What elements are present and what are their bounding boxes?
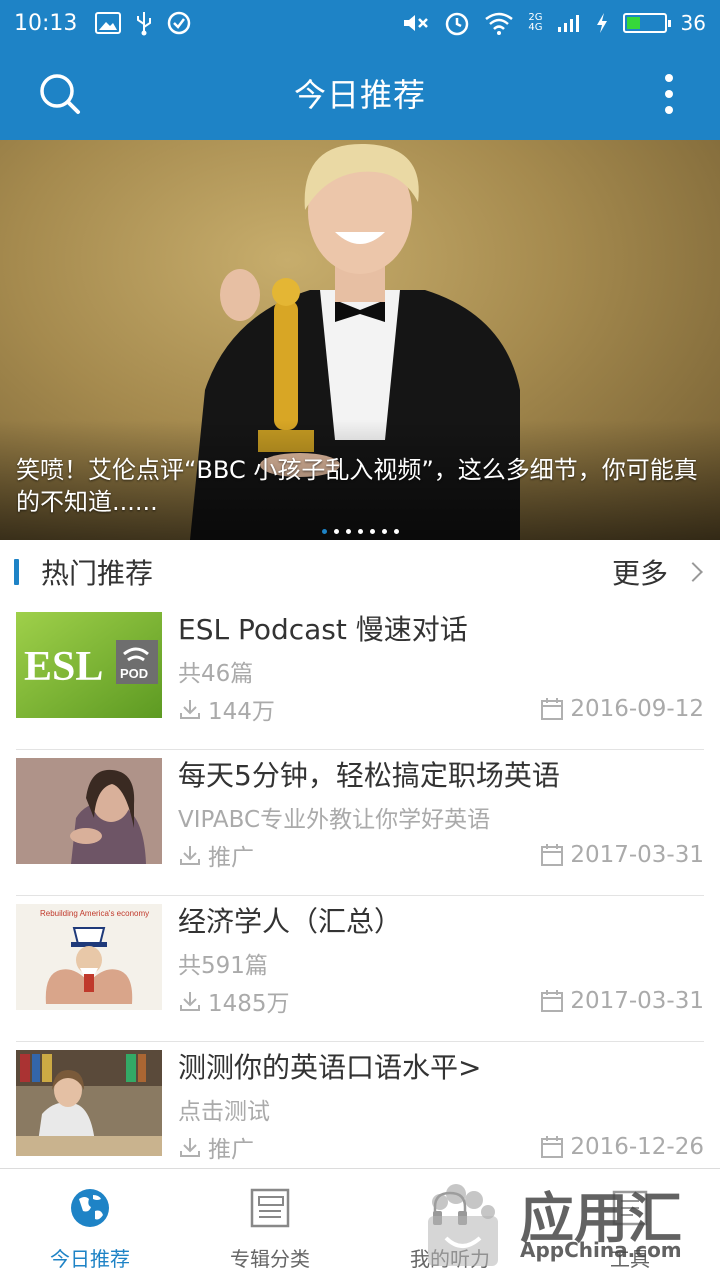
item-date: 2017-03-31 (570, 988, 704, 1014)
globe-icon (71, 1189, 109, 1227)
more-button[interactable]: 更多 (611, 552, 703, 592)
list-item[interactable]: 测测你的英语口语水平> 点击测试 推广 2016-12-26 (16, 1042, 704, 1188)
watermark-logo-icon (428, 1184, 498, 1266)
usb-icon (137, 12, 152, 36)
download-icon (180, 1138, 200, 1157)
banner-carousel[interactable]: 笑喷！艾伦点评“BBC 小孩子乱入视频”，这么多细节，你可能真的不知道.....… (0, 140, 720, 540)
thumb-text: ESL (24, 644, 103, 690)
item-thumbnail: ESL POD (16, 612, 162, 718)
more-label: 更多 (611, 557, 668, 590)
app-bar: 今日推荐 (0, 46, 720, 140)
carousel-dot[interactable] (381, 529, 387, 534)
download-icon (180, 992, 200, 1011)
banner-caption[interactable]: 笑喷！艾伦点评“BBC 小孩子乱入视频”，这么多细节，你可能真的不知道.....… (16, 454, 708, 518)
appchina-watermark: 应用汇 AppChina.com (410, 1172, 710, 1272)
item-date: 2016-09-12 (570, 696, 704, 722)
item-thumbnail (16, 758, 162, 864)
overflow-menu-icon[interactable] (662, 74, 676, 114)
calendar-icon (541, 1136, 564, 1158)
album-icon (250, 1188, 290, 1228)
download-icon (180, 846, 200, 865)
item-subtitle: 点击测试 (178, 1099, 270, 1125)
list-item[interactable]: ESL POD ESL Podcast 慢速对话 共46篇 144万 2016-… (16, 604, 704, 750)
carousel-dot[interactable] (345, 529, 351, 534)
item-title: ESL Podcast 慢速对话 (178, 613, 468, 646)
wifi-icon (485, 12, 514, 35)
item-downloads: 1485万 (208, 991, 290, 1017)
image-icon (95, 12, 122, 34)
carousel-dot[interactable] (369, 529, 375, 534)
watermark-site: AppChina.com (520, 1238, 682, 1262)
check-circle-icon (168, 11, 191, 35)
charging-icon (596, 13, 607, 33)
mute-icon (404, 15, 429, 31)
tab-label: 今日推荐 (50, 1247, 130, 1271)
download-icon (180, 700, 200, 719)
item-thumbnail: Rebuilding America's economy (16, 904, 162, 1010)
section-header: 热门推荐 更多 (0, 540, 720, 604)
item-title: 经济学人（汇总） (178, 905, 403, 938)
item-downloads: 144万 (208, 699, 275, 725)
tab-albums[interactable]: 专辑分类 (180, 1169, 360, 1280)
carousel-dot[interactable] (321, 529, 327, 534)
item-subtitle: 共46篇 (178, 661, 254, 687)
recommend-list: ESL POD ESL Podcast 慢速对话 共46篇 144万 2016-… (0, 604, 720, 1188)
tab-today[interactable]: 今日推荐 (0, 1169, 180, 1280)
section-accent-bar (14, 559, 19, 585)
item-date: 2016-12-26 (570, 1134, 704, 1160)
item-thumbnail (16, 1050, 162, 1156)
page-title: 今日推荐 (293, 76, 426, 114)
list-item[interactable]: Rebuilding America's economy 经济学人（汇总） 共5… (16, 896, 704, 1042)
item-subtitle: VIPABC专业外教让你学好英语 (178, 807, 491, 833)
item-date: 2017-03-31 (570, 842, 704, 868)
calendar-icon (541, 844, 564, 866)
item-title: 测测你的英语口语水平> (178, 1051, 482, 1084)
calendar-icon (541, 990, 564, 1012)
item-downloads: 推广 (208, 845, 254, 871)
chevron-right-icon (683, 562, 703, 582)
calendar-icon (541, 698, 564, 720)
svg-text:POD: POD (120, 666, 148, 681)
list-item[interactable]: 每天5分钟，轻松搞定职场英语 VIPABC专业外教让你学好英语 推广 2017-… (16, 750, 704, 896)
section-title: 热门推荐 (41, 557, 154, 590)
thumb-text: Rebuilding America's economy (40, 909, 149, 918)
search-icon[interactable] (38, 72, 82, 116)
item-title: 每天5分钟，轻松搞定职场英语 (178, 759, 560, 792)
status-time: 10:13 (14, 10, 78, 36)
tab-label: 专辑分类 (230, 1247, 310, 1271)
item-downloads: 推广 (208, 1137, 254, 1163)
item-subtitle: 共591篇 (178, 953, 268, 979)
network-type-icon: 2G 4G (528, 12, 543, 33)
carousel-dot[interactable] (333, 529, 339, 534)
carousel-indicator (0, 529, 720, 534)
alarm-icon (446, 12, 469, 36)
battery-icon (622, 13, 671, 33)
status-bar: 10:13 2G 4G 36 (0, 0, 720, 46)
signal-icon (557, 15, 579, 32)
carousel-dot[interactable] (393, 529, 399, 534)
battery-level: 36 (680, 11, 706, 35)
carousel-dot[interactable] (357, 529, 363, 534)
